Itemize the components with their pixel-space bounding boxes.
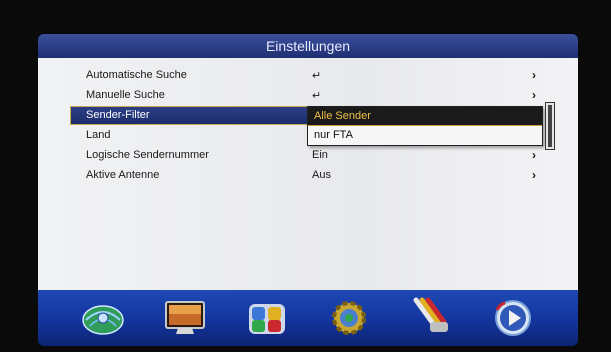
chevron-right-icon: › bbox=[532, 68, 536, 82]
menu-row-channel-filter[interactable]: Sender-Filter bbox=[70, 106, 340, 125]
menu-row-value: Ein bbox=[312, 149, 328, 161]
enter-icon: ↵ bbox=[312, 70, 322, 82]
menu-row-active-antenna[interactable]: Aktive Antenne Aus › bbox=[38, 166, 578, 185]
enter-icon: ↵ bbox=[312, 90, 322, 102]
menu-row-label: Logische Sendernummer bbox=[86, 149, 209, 161]
dropdown-option-all-channels[interactable]: Alle Sender bbox=[308, 107, 542, 126]
menu-row-value: Aus bbox=[312, 169, 331, 181]
puzzle-pieces-icon[interactable] bbox=[244, 296, 290, 338]
menu-row-manual-search[interactable]: Manuelle Suche ↵ › bbox=[38, 86, 578, 105]
menu-row-label: Sender-Filter bbox=[86, 109, 150, 121]
gear-icon[interactable] bbox=[326, 296, 372, 338]
menu-row-label: Manuelle Suche bbox=[86, 89, 165, 101]
av-cables-icon[interactable] bbox=[408, 296, 454, 338]
menu-row-label: Aktive Antenne bbox=[86, 169, 160, 181]
menu-row-label: Automatische Suche bbox=[86, 69, 187, 81]
page-title: Einstellungen bbox=[38, 34, 578, 58]
dropdown-option-fta-only[interactable]: nur FTA bbox=[308, 126, 542, 144]
menu-row-automatic-search[interactable]: Automatische Suche ↵ › bbox=[38, 66, 578, 85]
channel-filter-dropdown[interactable]: Alle Sender nur FTA bbox=[307, 106, 543, 146]
menu-row-logical-channel-number[interactable]: Logische Sendernummer Ein › bbox=[38, 146, 578, 165]
play-button-icon[interactable] bbox=[490, 296, 536, 338]
dropdown-option-label: nur FTA bbox=[314, 129, 353, 141]
chevron-right-icon: › bbox=[532, 88, 536, 102]
dropdown-scrollbar[interactable] bbox=[545, 102, 555, 150]
settings-panel: Automatische Suche ↵ › Manuelle Suche ↵ … bbox=[38, 58, 578, 290]
chevron-right-icon: › bbox=[532, 168, 536, 182]
tv-screen-icon[interactable] bbox=[162, 296, 208, 338]
settings-screen: Einstellungen Automatische Suche ↵ › Man… bbox=[38, 34, 578, 346]
menu-row-label: Land bbox=[86, 129, 111, 141]
icon-bar bbox=[38, 290, 578, 346]
chevron-right-icon: › bbox=[532, 148, 536, 162]
dropdown-option-label: Alle Sender bbox=[314, 110, 371, 122]
scrollbar-thumb[interactable] bbox=[548, 105, 552, 147]
globe-satellite-icon[interactable] bbox=[80, 296, 126, 338]
